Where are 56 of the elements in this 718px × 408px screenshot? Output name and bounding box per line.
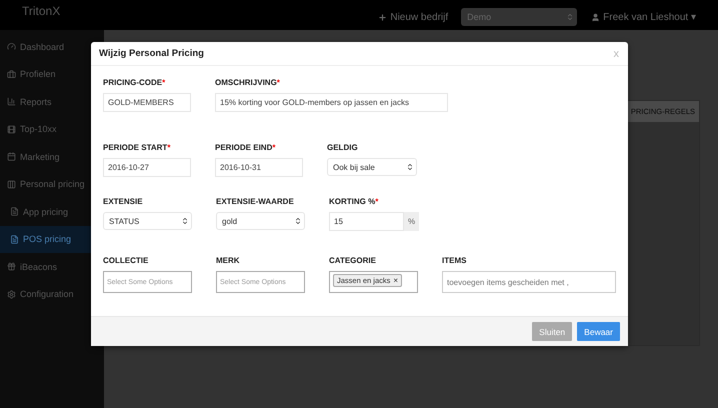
field-label: PERIODE START* — [103, 143, 172, 152]
field-label: MERK — [216, 256, 241, 266]
input-addon: % — [404, 212, 419, 232]
remove-tag-button[interactable]: × — [393, 276, 398, 286]
film-icon — [7, 124, 16, 134]
sidebar-item[interactable]: App pricing — [0, 198, 91, 226]
text-input[interactable]: GOLD-MEMBERS — [103, 93, 191, 112]
new-company-link[interactable]: Nieuw bedrijf — [378, 12, 448, 22]
up-down-caret-icon — [294, 217, 302, 226]
plus-icon — [378, 12, 388, 22]
close-button[interactable]: x — [614, 48, 619, 60]
sidebar-item[interactable]: iBeacons — [0, 253, 91, 280]
text-input[interactable]: 2016-10-27 — [103, 158, 191, 178]
document-icon — [10, 207, 19, 216]
field-label: EXTENSIE — [103, 197, 144, 206]
briefcase-icon — [7, 70, 16, 79]
user-menu[interactable]: Freek van Lieshout ▾ — [591, 11, 696, 23]
sidebar-item[interactable]: Reports — [0, 88, 91, 116]
items-input[interactable]: toevoegen items gescheiden met , — [442, 271, 616, 294]
sidebar-item[interactable]: Marketing — [0, 143, 91, 170]
field-label: OMSCHRIJVING* — [215, 78, 281, 88]
text-input[interactable]: 2016-10-31 — [215, 158, 303, 178]
up-down-caret-icon — [566, 13, 574, 21]
sidebar-item[interactable]: Personal pricing — [0, 170, 91, 198]
field-label: PRICING-CODE* — [103, 78, 166, 88]
field-label: PERIODE EIND* — [215, 143, 276, 152]
dialog-title: Wijzig Personal Pricing — [99, 48, 204, 60]
sidebar-item[interactable]: Dashboard — [0, 33, 91, 60]
field-label: EXTENSIE-WAARDE — [216, 197, 295, 206]
select-field[interactable]: STATUS — [103, 212, 192, 230]
sidebar-item[interactable]: Top-10xx — [0, 116, 91, 143]
field-label: COLLECTIE — [103, 256, 150, 266]
bar-chart-icon — [7, 97, 16, 106]
up-down-caret-icon — [406, 163, 414, 172]
number-input[interactable]: 15 — [329, 212, 404, 232]
sidebar-item[interactable]: Configuration — [0, 280, 91, 308]
brand-name: TritonX — [22, 4, 60, 18]
field-label: ITEMS — [442, 256, 468, 266]
document-icon — [10, 234, 19, 244]
field-label: KORTING %* — [329, 197, 380, 206]
sidebar-item[interactable]: POS pricing — [0, 226, 91, 253]
user-icon — [591, 12, 600, 22]
gauge-icon — [7, 42, 16, 52]
field-label: GELDIG — [327, 143, 359, 152]
up-down-caret-icon — [181, 217, 189, 226]
settings-icon — [7, 290, 16, 299]
close-dialog-button[interactable]: Sluiten — [532, 322, 572, 342]
sidebar-item[interactable]: Profielen — [0, 60, 91, 88]
calendar-icon — [7, 152, 16, 162]
gift-icon — [7, 262, 16, 272]
text-input[interactable]: 15% korting voor GOLD-members op jassen en jacks — [215, 93, 448, 112]
field-label: CATEGORIE — [329, 256, 377, 266]
select-field[interactable]: gold — [216, 212, 305, 230]
save-button[interactable]: Bewaar — [577, 322, 620, 342]
columns-icon — [7, 180, 16, 189]
select-field[interactable]: Ook bij sale — [327, 158, 417, 176]
